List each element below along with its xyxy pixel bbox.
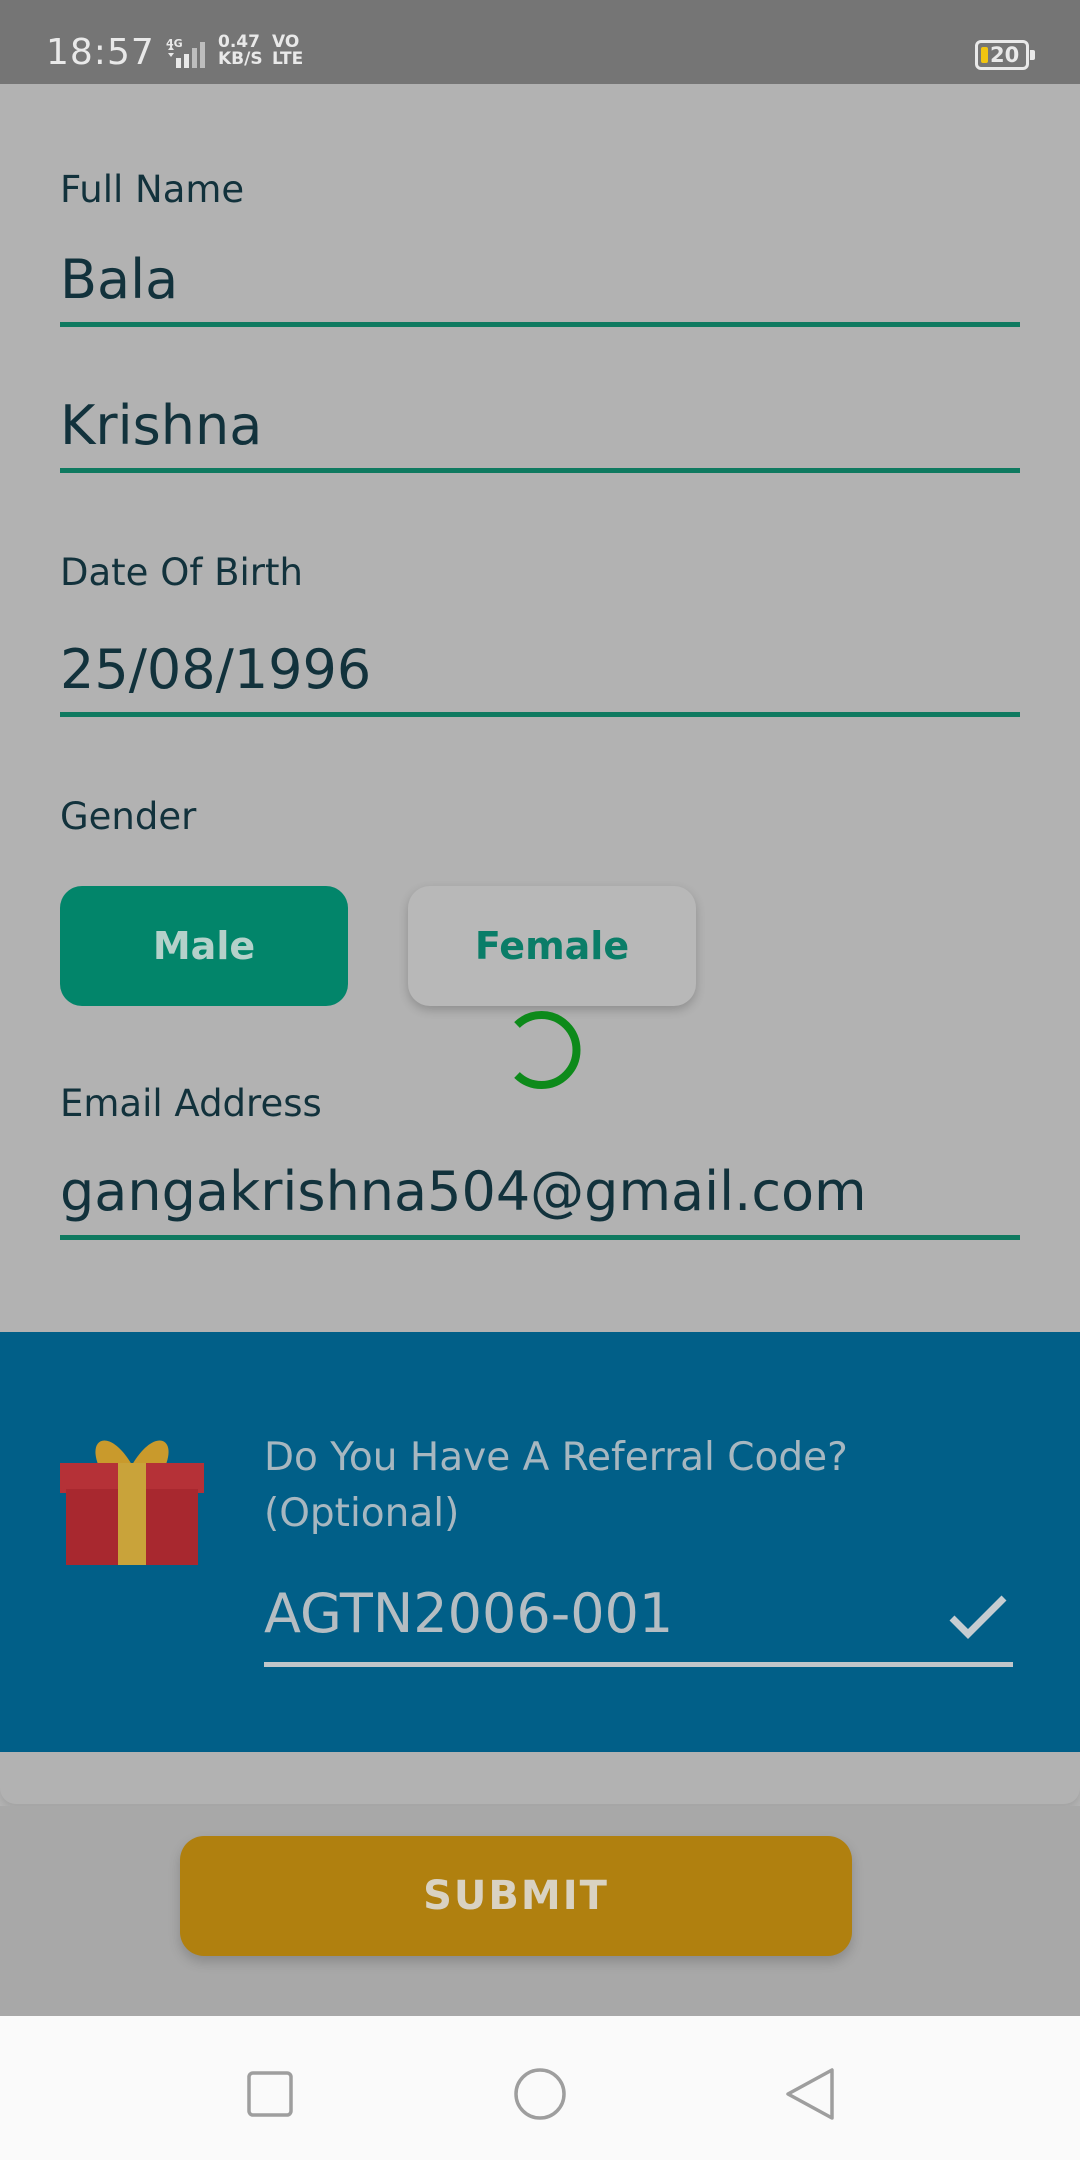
volte-indicator: VO LTE bbox=[272, 34, 303, 68]
signal-icon: 4G bbox=[166, 37, 205, 68]
last-name-field[interactable]: Krishna bbox=[60, 394, 262, 457]
check-icon[interactable] bbox=[948, 1592, 1008, 1642]
email-field[interactable]: gangakrishna504@gmail.com bbox=[60, 1160, 867, 1223]
dob-underline bbox=[60, 712, 1020, 717]
gender-label: Gender bbox=[60, 795, 197, 838]
speed-unit: KB/S bbox=[218, 49, 263, 69]
network-speed: 0.47 KB/S bbox=[218, 34, 263, 68]
recent-apps-icon[interactable] bbox=[240, 2064, 300, 2124]
gift-icon bbox=[60, 1440, 204, 1565]
back-icon[interactable] bbox=[780, 2064, 840, 2124]
loading-spinner-icon bbox=[514, 1011, 581, 1089]
volte-bottom: LTE bbox=[272, 49, 304, 69]
dob-field[interactable]: 25/08/1996 bbox=[60, 638, 371, 701]
referral-section: Do You Have A Referral Code? (Optional) … bbox=[0, 1332, 1080, 1752]
submit-button[interactable]: SUBMIT bbox=[180, 1836, 852, 1956]
card-bottom bbox=[0, 1752, 1080, 1804]
status-time: 18:57 bbox=[46, 32, 155, 73]
gender-female-button[interactable]: Female bbox=[408, 886, 696, 1006]
referral-question-text: Do You Have A Referral Code? bbox=[264, 1435, 848, 1480]
status-bar: 18:57 4G 0.47 KB/S VO LTE 20 bbox=[0, 0, 1080, 84]
full-name-label: Full Name bbox=[60, 168, 245, 211]
email-label: Email Address bbox=[60, 1082, 322, 1125]
first-name-underline bbox=[60, 322, 1020, 327]
navigation-bar bbox=[0, 2016, 1080, 2160]
referral-question: Do You Have A Referral Code? (Optional) bbox=[264, 1430, 1024, 1542]
referral-code-field[interactable]: AGTN2006-001 bbox=[264, 1582, 673, 1645]
home-icon[interactable] bbox=[510, 2064, 570, 2124]
gender-male-button[interactable]: Male bbox=[60, 886, 348, 1006]
email-underline bbox=[60, 1235, 1020, 1240]
battery-level: 20 bbox=[990, 43, 1020, 67]
referral-optional-text: (Optional) bbox=[264, 1491, 460, 1536]
dob-label: Date Of Birth bbox=[60, 551, 303, 594]
network-type: 4G bbox=[166, 37, 183, 50]
referral-code-underline bbox=[264, 1662, 1013, 1667]
first-name-field[interactable]: Bala bbox=[60, 248, 178, 311]
last-name-underline bbox=[60, 468, 1020, 473]
battery-icon: 20 bbox=[975, 40, 1035, 70]
